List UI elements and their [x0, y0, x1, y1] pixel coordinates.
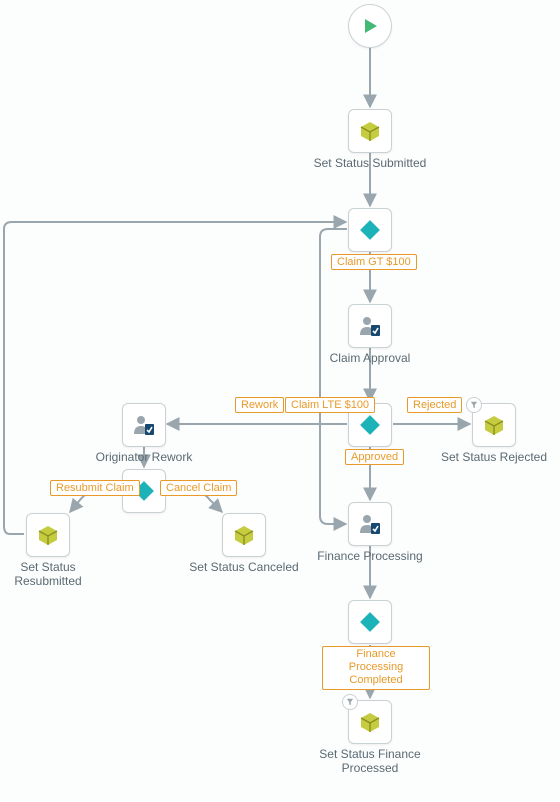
- gateway-finance-completed[interactable]: [348, 600, 392, 644]
- task-label: Set Status Finance Processed: [310, 747, 430, 776]
- user-task-icon: [123, 404, 165, 446]
- filter-icon: [466, 397, 482, 413]
- task-claim-approval[interactable]: [348, 304, 392, 348]
- box-icon: [27, 514, 69, 556]
- task-label: Claim Approval: [310, 351, 430, 365]
- edge-label-claim-lte-100: Claim LTE $100: [285, 397, 375, 413]
- edge-label-finance-processing-completed: Finance Processing Completed: [322, 646, 430, 690]
- task-label: Set Status Canceled: [184, 560, 304, 574]
- task-label: Originator Rework: [84, 450, 204, 464]
- edge-label-cancel-claim: Cancel Claim: [160, 480, 237, 496]
- edge-label-rejected: Rejected: [407, 397, 462, 413]
- task-finance-processing[interactable]: [348, 502, 392, 546]
- workflow-canvas[interactable]: Set Status Submitted Claim GT $100 Claim…: [0, 0, 560, 802]
- gateway-claim-gt-100[interactable]: [348, 208, 392, 252]
- edge-label-claim-gt-100: Claim GT $100: [331, 254, 417, 270]
- task-label: Finance Processing: [310, 549, 430, 563]
- task-label: Set Status Rejected: [434, 450, 554, 464]
- diamond-icon: [349, 209, 391, 251]
- task-label: Set Status Submitted: [310, 156, 430, 170]
- task-originator-rework[interactable]: [122, 403, 166, 447]
- start-event-node[interactable]: [348, 4, 392, 48]
- box-icon: [223, 514, 265, 556]
- box-icon: [349, 110, 391, 152]
- user-task-icon: [349, 503, 391, 545]
- edge-label-approved: Approved: [345, 449, 404, 465]
- task-set-status-resubmitted[interactable]: [26, 513, 70, 557]
- play-icon: [349, 5, 391, 47]
- edge-label-resubmit-claim: Resubmit Claim: [50, 480, 140, 496]
- filter-icon: [342, 694, 358, 710]
- task-label: Set Status Resubmitted: [0, 560, 108, 589]
- task-set-status-canceled[interactable]: [222, 513, 266, 557]
- user-task-icon: [349, 305, 391, 347]
- diamond-icon: [349, 601, 391, 643]
- edge-label-rework: Rework: [235, 397, 284, 413]
- task-set-status-submitted[interactable]: [348, 109, 392, 153]
